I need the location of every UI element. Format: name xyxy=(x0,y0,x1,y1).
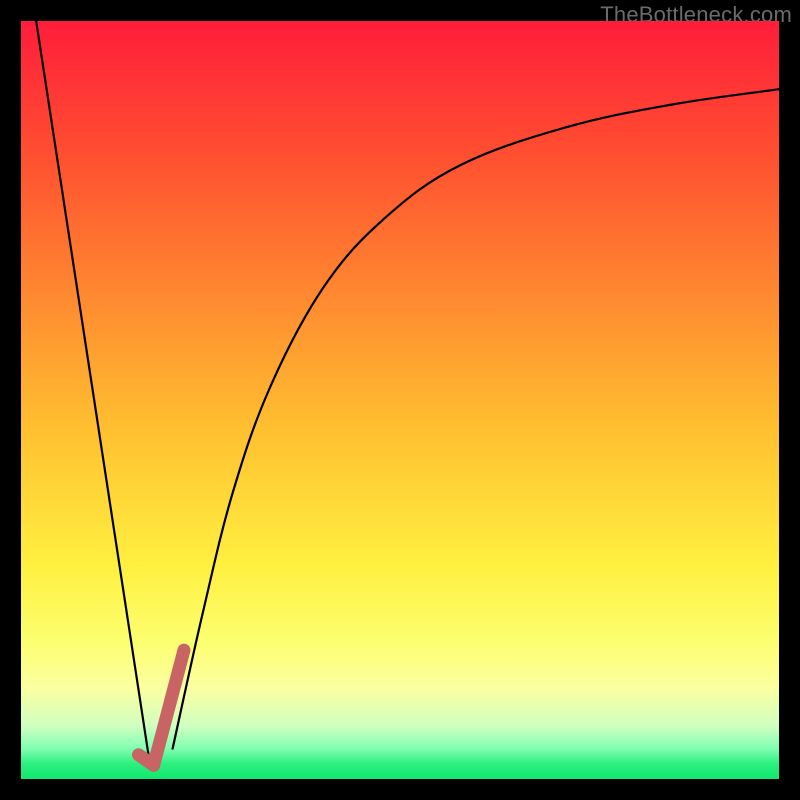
series-left-descending-line xyxy=(36,21,150,764)
plot-area xyxy=(21,21,779,779)
chart-svg xyxy=(21,21,779,779)
series-hook-marker xyxy=(138,650,183,765)
chart-container: TheBottleneck.com xyxy=(0,0,800,800)
series-right-ascending-curve xyxy=(173,89,779,748)
